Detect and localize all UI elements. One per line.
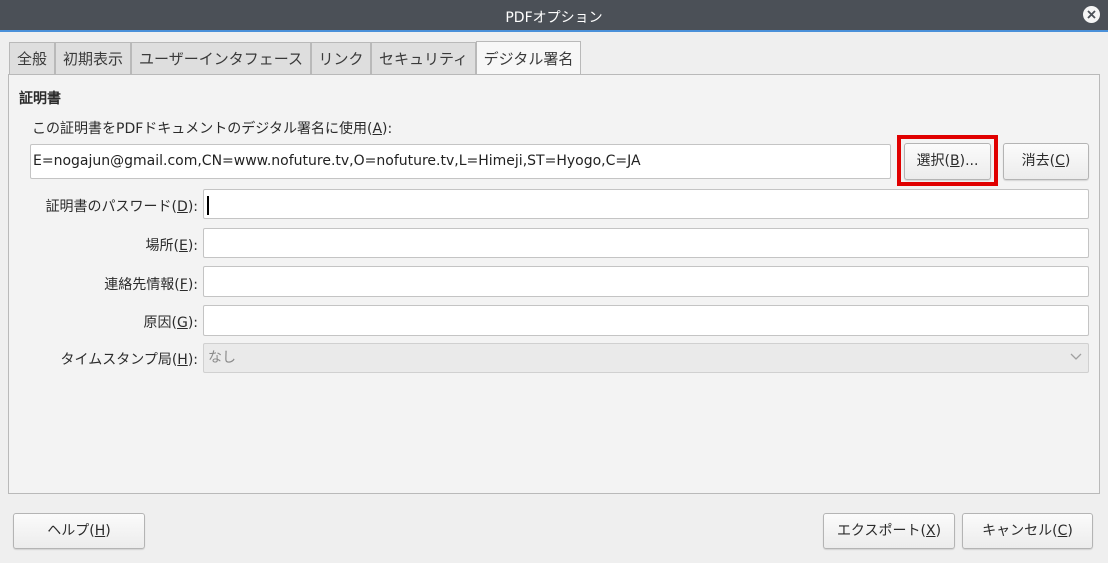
- highlight-box: [897, 135, 998, 186]
- tab-digital-signatures[interactable]: デジタル署名: [476, 41, 581, 74]
- chevron-down-icon: [1070, 353, 1082, 360]
- reason-label: 原因(G):: [143, 315, 198, 331]
- tab-user-interface[interactable]: ユーザーインタフェース: [131, 42, 311, 74]
- cancel-button[interactable]: キャンセル(C): [962, 513, 1093, 549]
- close-button[interactable]: [1083, 6, 1100, 23]
- help-button[interactable]: ヘルプ(H): [13, 513, 145, 549]
- title-bar: PDFオプション: [0, 0, 1108, 32]
- close-icon: [1087, 10, 1096, 19]
- password-field[interactable]: [203, 189, 1089, 219]
- reason-field[interactable]: [203, 305, 1089, 336]
- location-label: 場所(E):: [145, 238, 198, 254]
- clear-certificate-button[interactable]: 消去(C): [1003, 143, 1089, 180]
- tab-general[interactable]: 全般: [9, 42, 55, 74]
- location-field[interactable]: [203, 228, 1089, 258]
- timestamp-authority-label: タイムスタンプ局(H):: [60, 352, 198, 368]
- contact-info-field[interactable]: [203, 266, 1089, 297]
- tab-security[interactable]: セキュリティ: [371, 42, 476, 74]
- certificate-field[interactable]: E=nogajun@gmail.com,CN=www.nofuture.tv,O…: [30, 144, 891, 179]
- timestamp-authority-select[interactable]: なし: [203, 343, 1089, 373]
- export-button[interactable]: エクスポート(X): [823, 513, 955, 549]
- contact-info-label: 連絡先情報(F):: [104, 277, 198, 293]
- timestamp-selected-value: なし: [208, 350, 236, 366]
- text-caret: [207, 196, 209, 215]
- field-labels: 証明書のパスワード(D): 場所(E): 連絡先情報(F): 原因(G): タイ…: [9, 75, 198, 493]
- tab-initial-view[interactable]: 初期表示: [55, 42, 131, 74]
- window-title: PDFオプション: [505, 10, 603, 26]
- tab-links[interactable]: リンク: [311, 42, 371, 74]
- password-label: 証明書のパスワード(D):: [45, 199, 198, 215]
